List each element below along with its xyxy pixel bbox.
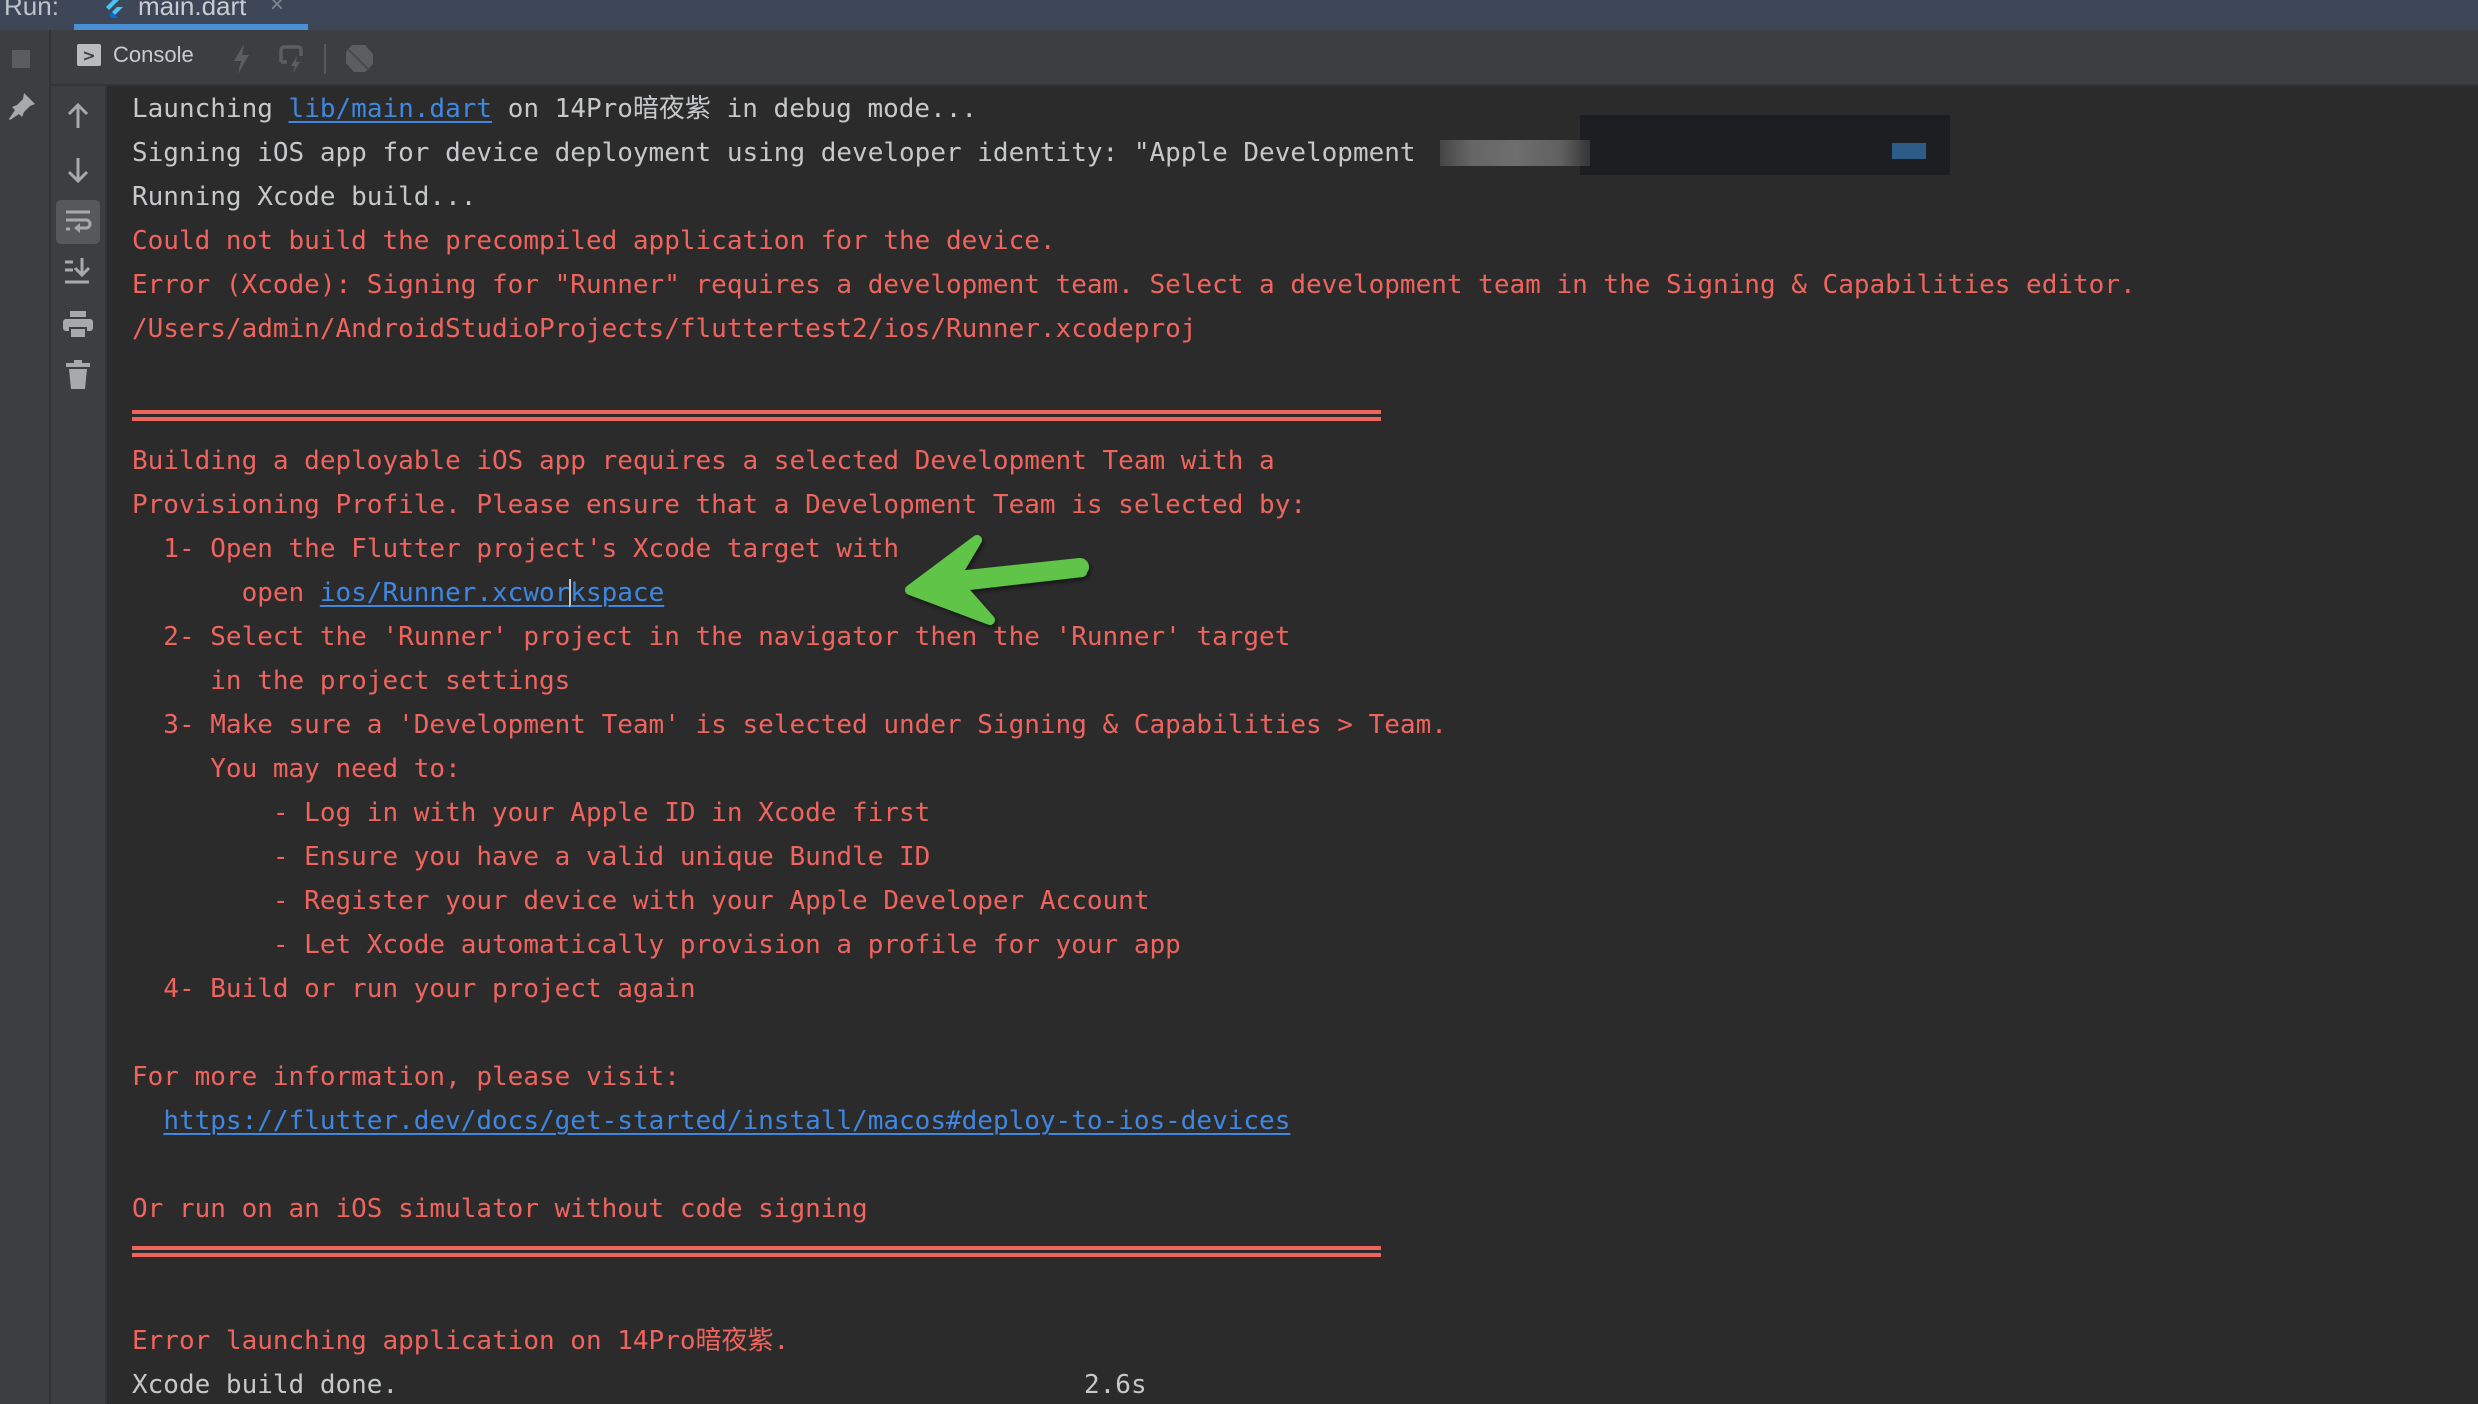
- block-sub-2: - Ensure you have a valid unique Bundle …: [132, 842, 931, 872]
- block-sub-4: - Let Xcode automatically provision a pr…: [132, 930, 1181, 960]
- tab-main-dart[interactable]: main.dart ×: [74, 0, 308, 30]
- run-tabbar: Run: main.dart ×: [0, 0, 2478, 30]
- soft-wrap-icon: [66, 210, 92, 233]
- green-arrow-annotation: [905, 535, 1089, 625]
- soft-wrap-toggle[interactable]: [56, 200, 100, 244]
- scroll-to-end-icon[interactable]: [63, 256, 93, 286]
- redacted-identity-blur: [1440, 140, 1590, 166]
- block-simulator: Or run on an iOS simulator without code …: [132, 1194, 868, 1224]
- launching-device-text: on 14Pro暗夜紫 in debug mode...: [492, 94, 978, 124]
- block-sub-3: - Register your device with your Apple D…: [132, 886, 1150, 916]
- block-sub-1: - Log in with your Apple ID in Xcode fir…: [132, 798, 931, 828]
- console-line-error-launching: Error launching application on 14Pro暗夜紫.: [132, 1326, 790, 1356]
- open-command-text: open: [132, 578, 320, 608]
- block-step-1: 1- Open the Flutter project's Xcode targ…: [132, 534, 900, 564]
- console-toolbar: > Console: [51, 30, 2478, 86]
- up-arrow-icon[interactable]: [65, 102, 91, 130]
- pin-icon[interactable]: [6, 90, 38, 122]
- redacted-fragment: [1892, 143, 1926, 159]
- hot-reload-icon[interactable]: [229, 42, 255, 76]
- stop-icon[interactable]: [10, 48, 32, 70]
- console-line-running: Running Xcode build...: [132, 182, 477, 212]
- block-step-1-open: open ios/Runner.xcworkspace: [132, 578, 665, 608]
- tab-label: main.dart: [138, 0, 247, 21]
- block-url-line: https://flutter.dev/docs/get-started/ins…: [132, 1106, 1290, 1136]
- divider-top: [132, 410, 1381, 422]
- xcworkspace-link[interactable]: ios/Runner.xcworkspace: [320, 578, 664, 608]
- down-arrow-icon[interactable]: [65, 156, 91, 184]
- xcworkspace-link-part-a: ios/Runner.xcwor: [319, 578, 571, 608]
- divider-bottom: [132, 1246, 1381, 1258]
- block-step-4: 4- Build or run your project again: [132, 974, 696, 1004]
- block-more-info: For more information, please visit:: [132, 1062, 680, 1092]
- block-step-3a: 3- Make sure a 'Development Team' is sel…: [132, 710, 1447, 740]
- close-icon[interactable]: ×: [270, 0, 284, 19]
- console-side-toolbar: [51, 86, 107, 1404]
- console-icon: >: [77, 44, 101, 66]
- console-line-xcodeproj-path: /Users/admin/AndroidStudioProjects/flutt…: [132, 314, 1197, 344]
- console-line-launching: Launching lib/main.dart on 14Pro暗夜紫 in d…: [132, 94, 977, 124]
- block-step-3b: You may need to:: [132, 754, 461, 784]
- block-intro-1: Building a deployable iOS app requires a…: [132, 446, 1275, 476]
- console-line-signing: Signing iOS app for device deployment us…: [132, 138, 1416, 168]
- xcworkspace-link-part-b: kspace: [570, 578, 665, 608]
- redacted-identity: [1580, 115, 1950, 175]
- build-time: 2.6s: [1084, 1370, 1147, 1400]
- console-tab-label: Console: [113, 42, 194, 67]
- console-line-xcode-error: Error (Xcode): Signing for "Runner" requ…: [132, 270, 2136, 300]
- console-line-could-not-build: Could not build the precompiled applicat…: [132, 226, 1056, 256]
- dart-devtools-icon[interactable]: [343, 42, 375, 74]
- main-dart-link[interactable]: lib/main.dart: [289, 94, 493, 124]
- block-intro-2: Provisioning Profile. Please ensure that…: [132, 490, 1306, 520]
- left-column: [0, 30, 51, 1404]
- launching-text: Launching: [132, 94, 289, 124]
- flutter-icon: [106, 0, 123, 18]
- print-icon[interactable]: [62, 310, 94, 340]
- url-indent: [132, 1106, 163, 1136]
- hot-restart-icon[interactable]: [275, 42, 307, 74]
- block-step-2b: in the project settings: [132, 666, 571, 696]
- toolbar-separator: [324, 44, 326, 74]
- flutter-docs-link[interactable]: https://flutter.dev/docs/get-started/ins…: [163, 1106, 1290, 1136]
- trash-icon[interactable]: [64, 360, 92, 390]
- console-line-build-done: Xcode build done.: [132, 1370, 399, 1400]
- run-label: Run:: [4, 0, 59, 21]
- console-tab[interactable]: > Console: [77, 42, 194, 68]
